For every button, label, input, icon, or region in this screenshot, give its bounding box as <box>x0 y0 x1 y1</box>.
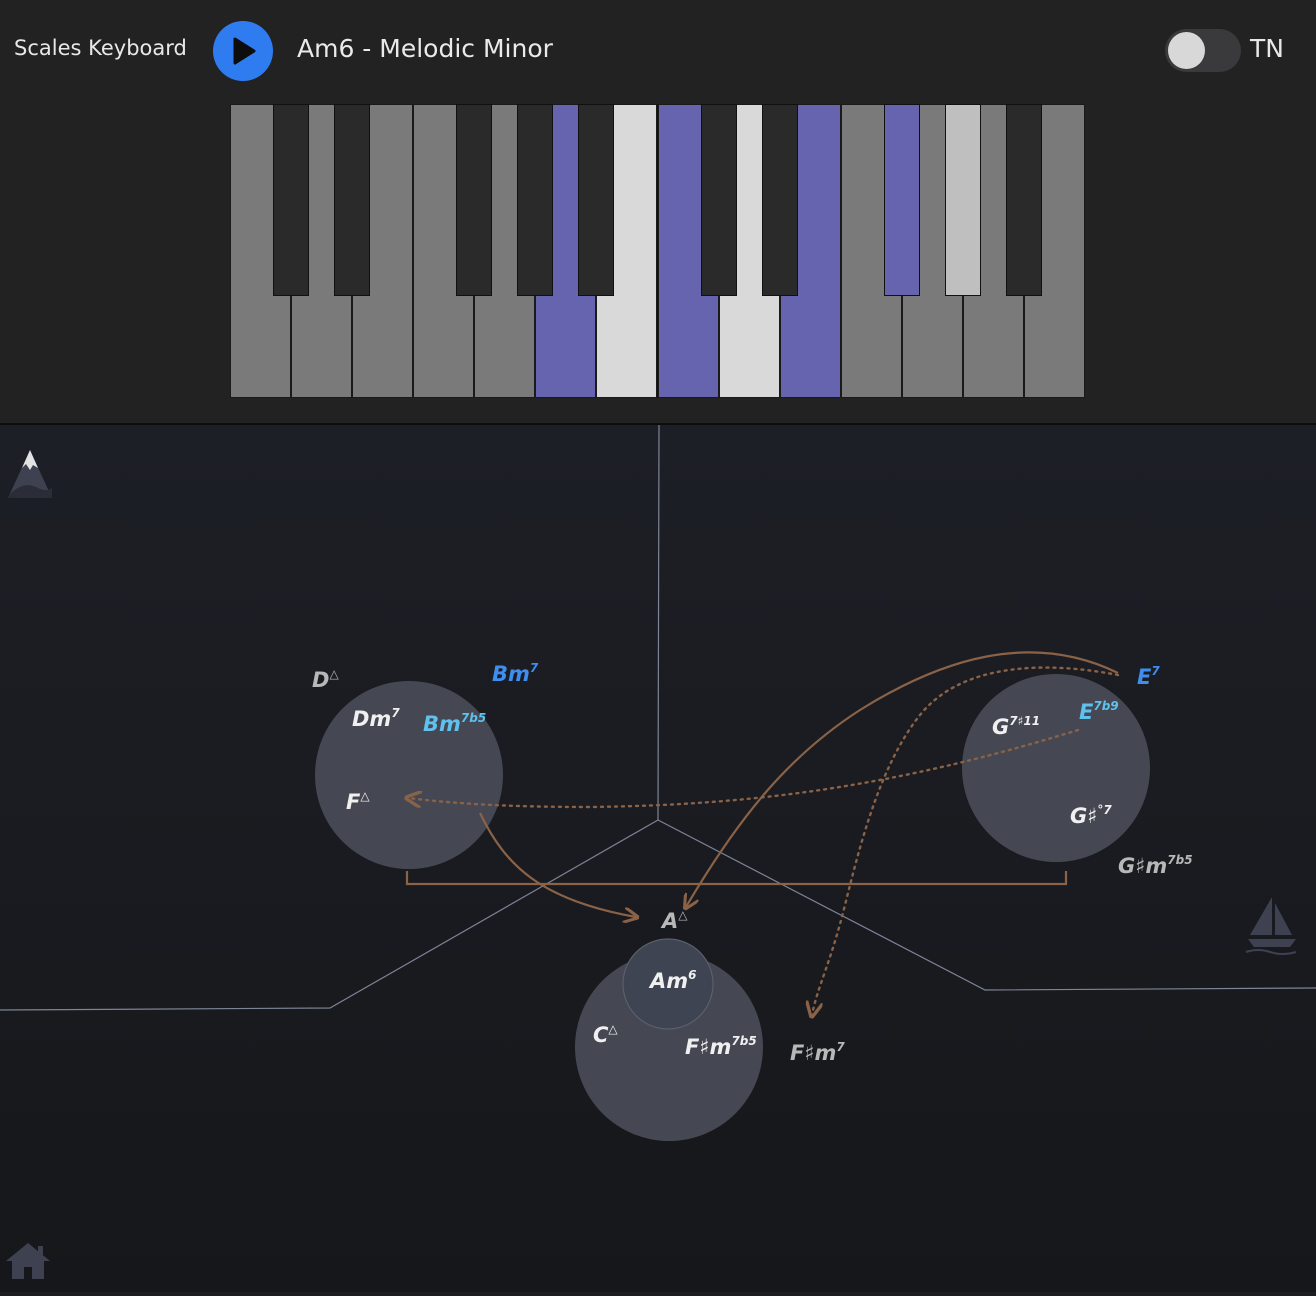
app-title: Scales Keyboard <box>14 36 187 60</box>
scale-title: Am6 - Melodic Minor <box>297 34 553 63</box>
piano-keyboard <box>230 104 1085 398</box>
toggle-label: TN <box>1250 34 1284 63</box>
black-key-10[interactable] <box>1005 104 1042 296</box>
black-key-8[interactable] <box>883 104 920 296</box>
play-button[interactable] <box>213 21 273 81</box>
toggle-knob <box>1168 32 1205 69</box>
black-key-4[interactable] <box>517 104 554 296</box>
tn-toggle[interactable] <box>1165 29 1241 72</box>
black-key-9[interactable] <box>944 104 981 296</box>
chord-map-canvas: D△ Bm7 Dm7 Bm7b5 F△ E7 G7♯11 E7b9 G♯°7 G… <box>0 424 1316 1292</box>
right-chord-circle[interactable] <box>962 674 1150 862</box>
left-chord-circle[interactable] <box>315 681 503 869</box>
black-key-3[interactable] <box>456 104 493 296</box>
black-key-1[interactable] <box>273 104 310 296</box>
header-bar: Scales Keyboard Am6 - Melodic Minor TN <box>0 0 1316 425</box>
chord-map: D△ Bm7 Dm7 Bm7b5 F△ E7 G7♯11 E7b9 G♯°7 G… <box>0 424 1316 1292</box>
play-icon <box>233 37 256 65</box>
black-key-7[interactable] <box>761 104 798 296</box>
black-key-5[interactable] <box>578 104 615 296</box>
black-key-2[interactable] <box>334 104 371 296</box>
black-key-6[interactable] <box>700 104 737 296</box>
